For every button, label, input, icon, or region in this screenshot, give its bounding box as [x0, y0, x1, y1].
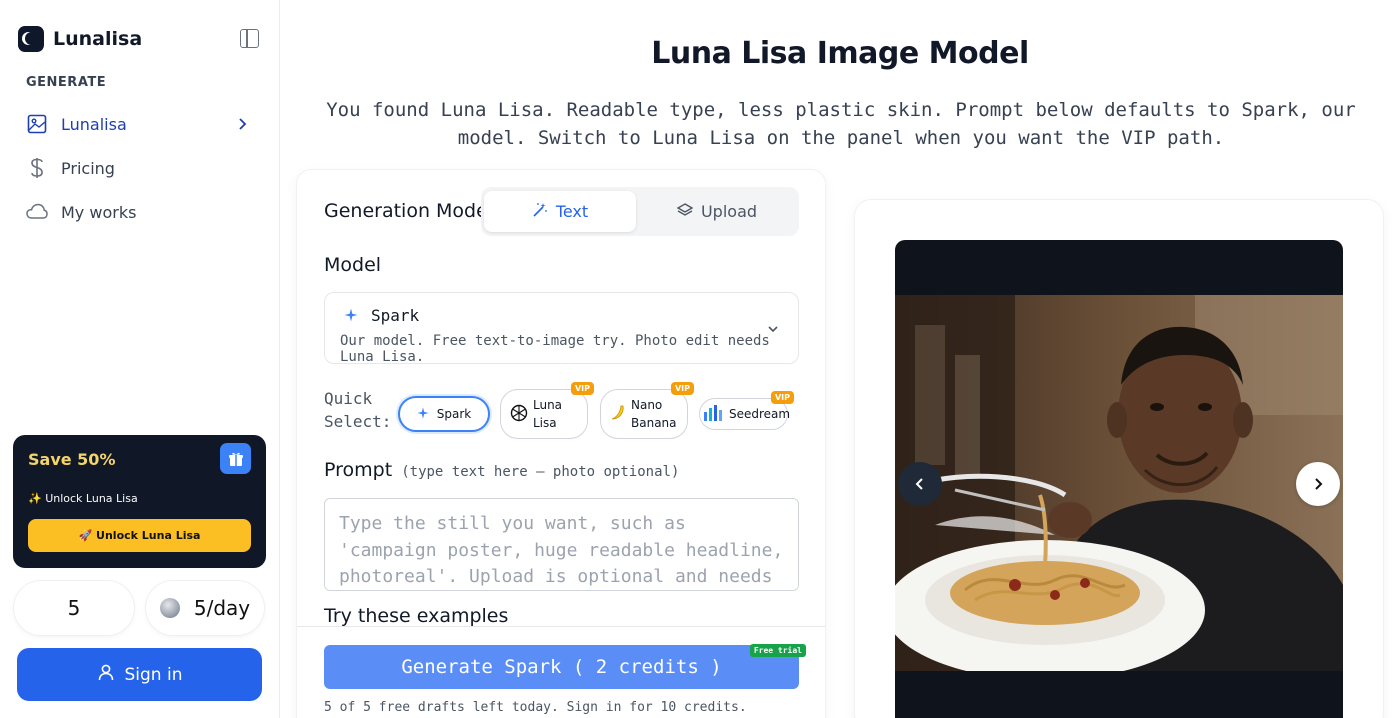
carousel-prev-button[interactable] — [898, 462, 942, 506]
vip-badge: VIP — [670, 382, 694, 395]
credits-counter: 5 — [14, 581, 134, 635]
mode-toggle: Text Upload — [481, 187, 799, 236]
sparkle-icon — [417, 406, 429, 422]
promo-text: ✨ Unlock Luna Lisa — [28, 492, 138, 505]
quick-select-label-line1: Quick — [324, 389, 373, 408]
generate-button[interactable]: Generate Spark ( 2 credits ) Free trial — [324, 644, 806, 689]
tab-upload[interactable]: Upload — [641, 191, 793, 232]
sidebar-toggle-icon[interactable] — [240, 29, 259, 48]
chevron-left-icon — [915, 478, 923, 490]
chip-label: Seedream — [729, 407, 791, 421]
credits-value: 5 — [67, 596, 81, 620]
sidebar-item-label: Pricing — [61, 158, 115, 178]
page-title: Luna Lisa Image Model — [651, 36, 1029, 71]
tab-text[interactable]: Text — [484, 191, 636, 232]
preview-card — [855, 200, 1383, 718]
prompt-label: Prompt (type text here — photo optional) — [324, 459, 679, 481]
coin-icon — [159, 598, 180, 618]
chip-label-line1: Luna — [533, 398, 563, 412]
sparkle-icon — [344, 307, 358, 326]
quick-chip-nano-banana[interactable]: Nano Banana VIP — [600, 382, 694, 439]
page-subtitle: You found Luna Lisa. Readable type, less… — [326, 99, 1356, 149]
vip-badge: VIP — [770, 391, 794, 404]
sidebar-item-label: Lunalisa — [61, 114, 127, 134]
generator-panel: Generation Mode Text Upload Model Spark … — [297, 170, 825, 718]
chip-label: Luna Lisa — [533, 396, 562, 432]
user-icon — [97, 663, 115, 686]
tab-text-label: Text — [555, 202, 589, 221]
prompt-hint: (type text here — photo optional) — [401, 464, 680, 480]
sidebar-section-label: GENERATE — [26, 75, 107, 90]
sidebar-item-my-works[interactable]: My works — [18, 194, 262, 230]
model-name: Spark — [371, 306, 420, 325]
sign-in-label: Sign in — [124, 664, 183, 685]
chip-label-line2: Banana — [631, 416, 677, 430]
unlock-button[interactable]: 🚀 Unlock Luna Lisa — [28, 519, 251, 552]
gift-icon[interactable] — [220, 443, 251, 474]
chip-label: Spark — [436, 407, 472, 421]
sidebar: Lunalisa GENERATE Lunalisa Pricing My wo… — [0, 0, 280, 718]
chip-label: Nano Banana — [631, 396, 677, 432]
image-icon — [26, 113, 48, 135]
banana-icon — [609, 404, 627, 425]
model-label: Model — [324, 254, 382, 276]
chip-label-line2: Lisa — [533, 416, 557, 430]
model-dropdown[interactable]: Spark Our model. Free text-to-image try.… — [324, 292, 799, 365]
openai-knot-icon — [509, 403, 529, 426]
layers-icon — [676, 202, 694, 222]
moon-logo-icon — [18, 26, 44, 52]
sidebar-item-lunalisa[interactable]: Lunalisa — [18, 106, 262, 142]
tab-upload-label: Upload — [700, 202, 758, 221]
cloud-icon — [26, 201, 48, 223]
free-trial-badge: Free trial — [749, 644, 806, 657]
promo-title: Save 50% — [28, 450, 116, 469]
sidebar-item-label: My works — [61, 202, 137, 222]
prompt-input[interactable] — [324, 498, 799, 591]
daily-allowance: 5/day — [146, 581, 264, 635]
chevron-down-icon — [766, 321, 780, 340]
daily-value: 5/day — [193, 596, 251, 620]
quick-chip-spark[interactable]: Spark — [398, 396, 490, 432]
quick-chip-luna-lisa[interactable]: Luna Lisa VIP — [500, 382, 594, 439]
generate-button-label: Generate Spark ( 2 credits ) — [401, 656, 722, 678]
examples-heading: Try these examples — [324, 605, 509, 627]
model-description: Our model. Free text-to-image try. Photo… — [340, 333, 770, 365]
dollar-icon — [26, 157, 48, 179]
promo-card: Save 50% ✨ Unlock Luna Lisa 🚀 Unlock Lun… — [13, 435, 266, 568]
vip-badge: VIP — [570, 382, 594, 395]
sample-photo — [895, 295, 1343, 671]
divider — [297, 626, 825, 627]
drafts-footnote: 5 of 5 free drafts left today. Sign in f… — [324, 700, 747, 715]
chevron-right-icon — [236, 115, 250, 137]
sidebar-item-pricing[interactable]: Pricing — [18, 150, 262, 186]
brand[interactable]: Lunalisa — [18, 26, 142, 52]
generation-mode-label: Generation Mode — [324, 200, 488, 222]
brand-name: Lunalisa — [53, 28, 143, 50]
prompt-label-text: Prompt — [324, 459, 393, 481]
quick-chip-seedream[interactable]: Seedream VIP — [699, 391, 794, 430]
quick-select-label-line2: Select: — [324, 412, 392, 431]
carousel-next-button[interactable] — [1296, 462, 1340, 506]
bar-chart-icon — [703, 404, 727, 425]
chip-label-line1: Nano — [631, 398, 663, 412]
quick-select-label: Quick Select: — [324, 387, 391, 433]
magic-wand-icon — [532, 202, 548, 222]
chevron-right-icon — [1315, 478, 1323, 490]
preview-carousel — [895, 240, 1343, 718]
sign-in-button[interactable]: Sign in — [17, 648, 262, 701]
